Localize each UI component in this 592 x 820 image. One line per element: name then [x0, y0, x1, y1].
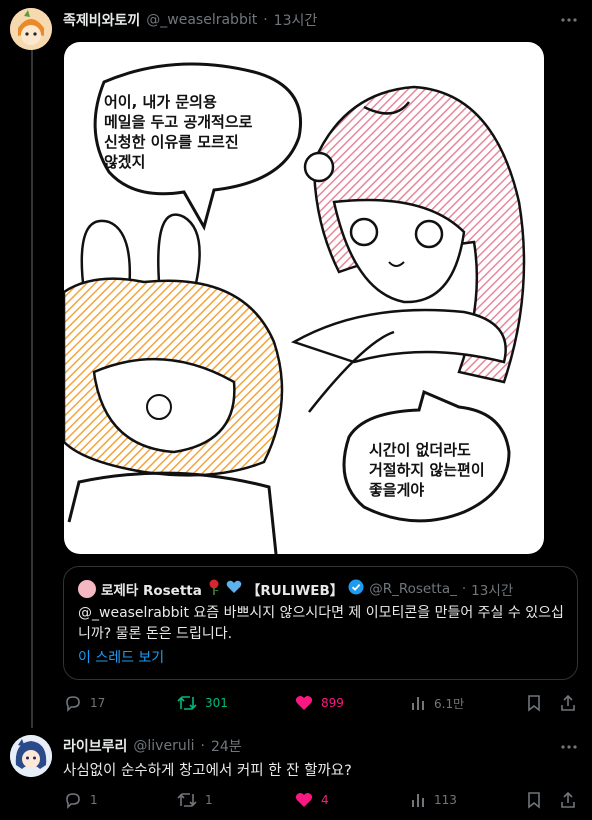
reply-action-bar: 1 1 4 113 — [64, 790, 584, 810]
reply-reply-button[interactable]: 1 — [64, 790, 98, 810]
reply-repost-count: 1 — [205, 793, 213, 807]
show-thread-link[interactable]: 이 스레드 보기 — [78, 647, 164, 667]
author-name[interactable]: 족제비와토끼 — [63, 10, 140, 30]
reply-text: 사심없이 순수하게 창고에서 커피 한 잔 할까요? — [63, 763, 352, 779]
quoted-post-text: @_weaselrabbit 요즘 바쁘시지 않으시다면 제 이모티콘을 만들어… — [78, 605, 564, 642]
reply-reply-count: 1 — [90, 793, 98, 807]
reply-more-icon[interactable] — [560, 738, 578, 756]
repost-icon — [177, 791, 197, 809]
share-icon — [560, 791, 576, 809]
repost-icon — [177, 694, 197, 712]
reply-repost-button[interactable]: 1 — [177, 790, 213, 810]
quoted-post[interactable]: 로제타 Rosetta 【RULIWEB】 @R_Rosetta_ · 13시간… — [63, 566, 578, 680]
reply-button[interactable]: 17 — [64, 693, 105, 713]
quoted-post-header: 로제타 Rosetta 【RULIWEB】 @R_Rosetta_ · 13시간 — [78, 579, 513, 599]
views-icon — [410, 792, 426, 808]
views-button[interactable]: 6.1만 — [410, 693, 464, 713]
quoted-author-avatar[interactable] — [78, 580, 96, 598]
reply-like-count: 4 — [321, 793, 329, 807]
reply-count: 17 — [90, 696, 106, 710]
repost-button[interactable]: 301 — [177, 693, 228, 713]
share-button[interactable] — [560, 693, 576, 713]
like-icon — [295, 792, 313, 808]
reply-icon — [64, 694, 82, 712]
share-icon — [560, 694, 576, 712]
views-count: 6.1만 — [434, 696, 465, 711]
reply-time[interactable]: 24분 — [211, 736, 242, 756]
post-header: 족제비와토끼 @_weaselrabbit · 13시간 — [63, 10, 317, 30]
quoted-author-handle[interactable]: @R_Rosetta_ — [369, 581, 457, 597]
blue-heart-icon — [226, 580, 242, 598]
views-icon — [410, 695, 426, 711]
bookmark-icon — [527, 791, 541, 809]
like-button[interactable]: 899 — [295, 693, 344, 713]
reply-views-button[interactable]: 113 — [410, 790, 457, 810]
post-time[interactable]: 13시간 — [274, 10, 318, 30]
rose-icon — [207, 579, 221, 599]
reply-views-count: 113 — [434, 793, 457, 807]
verified-icon — [348, 579, 364, 599]
quoted-author-name[interactable]: 로제타 Rosetta — [101, 579, 202, 599]
reply-icon — [64, 791, 82, 809]
author-avatar[interactable] — [10, 8, 52, 50]
like-icon — [295, 695, 313, 711]
reply-share-button[interactable] — [560, 790, 576, 810]
bookmark-button[interactable] — [527, 693, 541, 713]
speech-bubble-2-text: 시간이 없더라도 거절하지 않는편이 좋을게야 — [369, 441, 485, 499]
bookmark-icon — [527, 694, 541, 712]
separator-dot: · — [461, 581, 467, 597]
reply-bookmark-button[interactable] — [527, 790, 541, 810]
author-handle[interactable]: @_weaselrabbit — [146, 12, 257, 28]
reply-author-avatar[interactable] — [10, 735, 52, 777]
separator-dot: · — [263, 12, 268, 28]
reply-author-name[interactable]: 라이브루리 — [63, 736, 127, 756]
quoted-author-badge-text: 【RULIWEB】 — [246, 583, 344, 599]
speech-bubble-1-text: 어이, 내가 문의용 메일을 두고 공개적으로 신청한 이유를 모르진 않겠지 — [104, 93, 253, 171]
reply-author-handle[interactable]: @liveruli — [133, 738, 194, 754]
post-image-comic[interactable]: 어이, 내가 문의용 메일을 두고 공개적으로 신청한 이유를 모르진 않겠지 … — [64, 42, 544, 554]
post-action-bar: 17 301 899 6.1만 — [64, 693, 584, 713]
reply-header: 라이브루리 @liveruli · 24분 — [63, 736, 242, 756]
like-count: 899 — [321, 696, 344, 710]
thread-connector-line — [31, 50, 33, 728]
quoted-post-time[interactable]: 13시간 — [471, 579, 513, 599]
separator-dot: · — [200, 738, 205, 754]
more-icon[interactable] — [560, 11, 578, 29]
reply-like-button[interactable]: 4 — [295, 790, 329, 810]
repost-count: 301 — [205, 696, 228, 710]
